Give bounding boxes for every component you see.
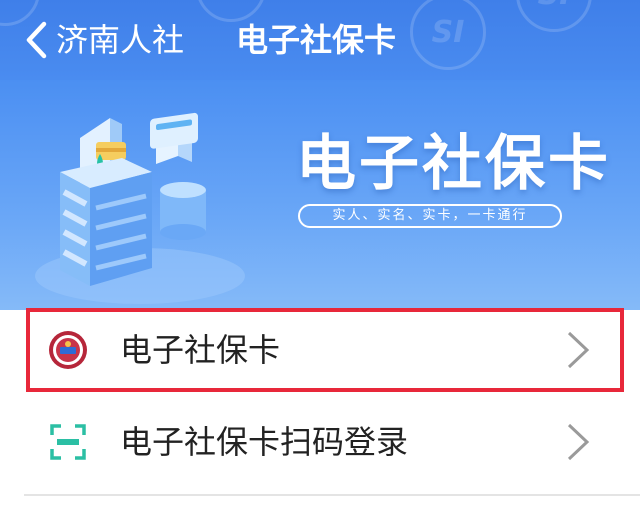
- banner-title: 电子社保卡: [296, 129, 611, 199]
- top-nav-bar: SI SI SI SI 济南人社 电子社保卡: [0, 0, 640, 80]
- back-button[interactable]: [14, 18, 58, 62]
- chevron-left-icon: [26, 21, 47, 59]
- qr-scan-icon: [50, 424, 86, 460]
- menu-item-label: 电子社保卡: [120, 331, 281, 369]
- menu-item-electronic-card[interactable]: 电子社保卡: [0, 306, 640, 394]
- menu-item-label: 电子社保卡扫码登录: [120, 423, 409, 461]
- service-illustration: [35, 112, 245, 304]
- divider: [24, 494, 640, 496]
- chevron-right-icon: [567, 331, 590, 369]
- menu-item-scan-login[interactable]: 电子社保卡扫码登录: [0, 398, 640, 486]
- banner-slogan: 实人、实名、实卡，一卡通行: [298, 204, 562, 228]
- si-watermark-logo: SI: [196, 0, 266, 22]
- chevron-right-icon: [567, 423, 590, 461]
- back-label[interactable]: 济南人社: [56, 20, 184, 60]
- social-security-emblem-icon: [49, 331, 87, 369]
- si-watermark-logo: SI: [516, 0, 592, 32]
- page-title: 电子社保卡: [236, 21, 397, 59]
- banner: 电子社保卡 实人、实名、实卡，一卡通行: [0, 80, 640, 310]
- si-watermark-logo: SI: [410, 0, 486, 70]
